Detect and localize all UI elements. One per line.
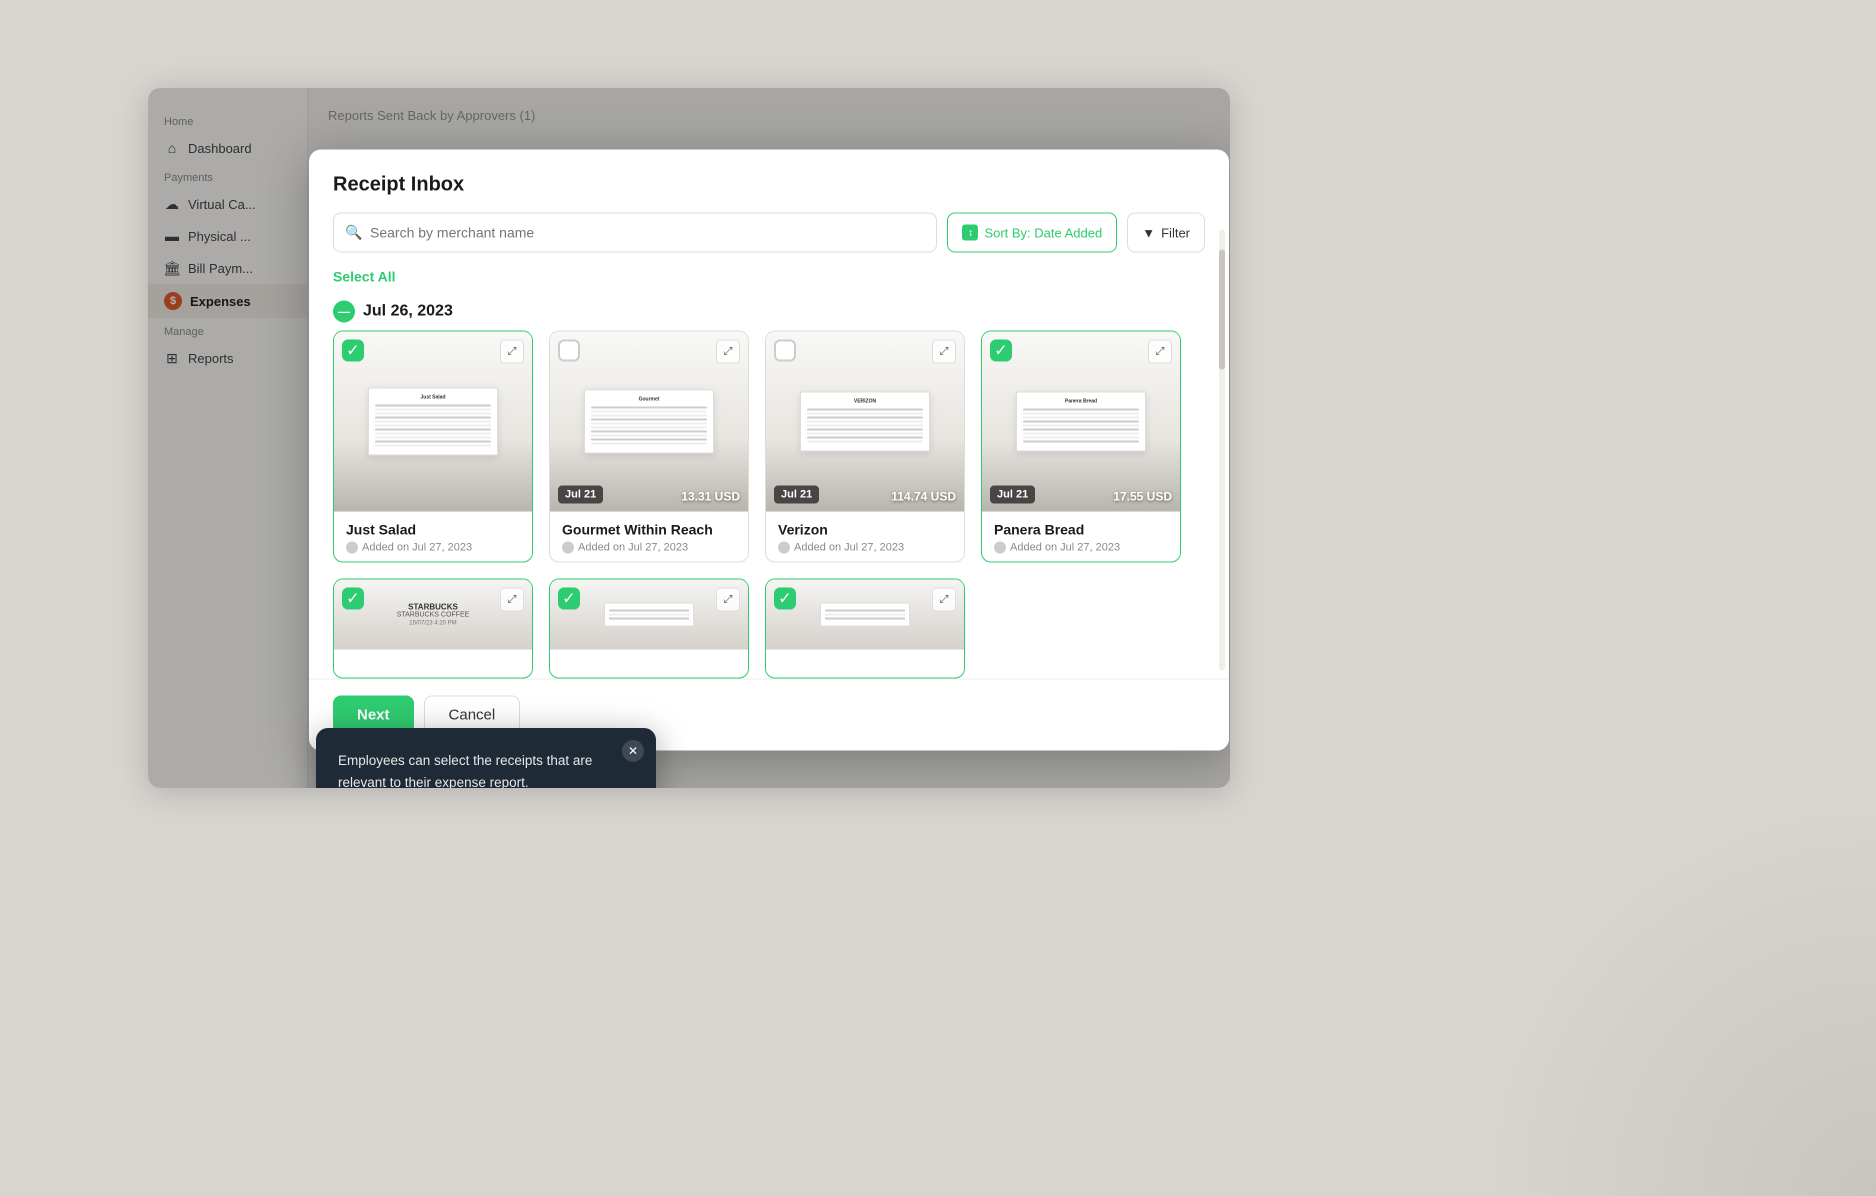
receipt-expand-3[interactable]: ⤢: [932, 340, 956, 364]
receipt-image-1: Just Salad ✓ ⤢: [334, 332, 532, 512]
modal-title: Receipt Inbox: [333, 174, 1205, 197]
receipt-added-4: Added on Jul 27, 2023: [994, 542, 1168, 554]
receipt-checkbox-7[interactable]: ✓: [774, 588, 796, 610]
sort-icon: ↕: [962, 225, 978, 241]
receipt-checkbox-2[interactable]: [558, 340, 580, 362]
search-input[interactable]: [333, 213, 937, 253]
receipts-grid-row2: STARBUCKS STARBUCKS COFFEE 15/07/23 4:20…: [309, 579, 1229, 679]
receipt-card-3[interactable]: VERIZON ⤢ Jul 21 114.74 USD: [765, 331, 965, 563]
receipt-expand-5[interactable]: ⤢: [500, 588, 524, 612]
receipt-footer-4: Panera Bread Added on Jul 27, 2023: [982, 512, 1180, 562]
receipt-added-icon-4: [994, 542, 1006, 554]
receipt-added-icon-3: [778, 542, 790, 554]
tooltip-close-button[interactable]: ✕: [622, 740, 644, 762]
receipt-inbox-modal: Receipt Inbox 🔍 ↕ Sort By: Date Added ▼ …: [309, 150, 1229, 751]
receipt-footer-2: Gourmet Within Reach Added on Jul 27, 20…: [550, 512, 748, 562]
receipt-card-6[interactable]: ✓ ⤢: [549, 579, 749, 679]
receipt-image-2: Gourmet ⤢ Jul 21 1: [550, 332, 748, 512]
receipt-amount-2: 13.31 USD: [681, 490, 740, 504]
modal-scrollbar[interactable]: [1219, 230, 1225, 671]
search-icon: 🔍: [345, 224, 362, 241]
receipt-date-badge-3: Jul 21: [774, 486, 819, 504]
receipt-merchant-3: Verizon: [778, 522, 952, 538]
receipt-image-4: Panera Bread ✓ ⤢ Jul 21 17.55 US: [982, 332, 1180, 512]
tooltip-text: Employees can select the receipts that a…: [338, 750, 634, 788]
receipt-expand-4[interactable]: ⤢: [1148, 340, 1172, 364]
date-group-header: — Jul 26, 2023: [309, 293, 1229, 331]
receipt-image-5: STARBUCKS STARBUCKS COFFEE 15/07/23 4:20…: [334, 580, 532, 650]
starbucks-content: STARBUCKS STARBUCKS COFFEE 15/07/23 4:20…: [397, 603, 470, 627]
receipt-card-1[interactable]: Just Salad ✓ ⤢: [333, 331, 533, 563]
receipt-date-badge-4: Jul 21: [990, 486, 1035, 504]
receipt-doc-1: Just Salad: [368, 388, 498, 456]
receipt-added-2: Added on Jul 27, 2023: [562, 542, 736, 554]
receipt-footer-1: Just Salad Added on Jul 27, 2023: [334, 512, 532, 562]
receipt-checkbox-1[interactable]: ✓: [342, 340, 364, 362]
receipt-doc-2: Gourmet: [584, 390, 714, 454]
plain-doc-6: [604, 603, 694, 627]
receipts-grid-row1: Just Salad ✓ ⤢: [309, 331, 1229, 579]
receipt-footer-3: Verizon Added on Jul 27, 2023: [766, 512, 964, 562]
modal-header: Receipt Inbox 🔍 ↕ Sort By: Date Added ▼ …: [309, 150, 1229, 269]
receipt-image-7: ✓ ⤢: [766, 580, 964, 650]
search-row: 🔍 ↕ Sort By: Date Added ▼ Filter: [333, 213, 1205, 253]
modal-scrollbar-thumb: [1219, 250, 1225, 370]
receipt-merchant-2: Gourmet Within Reach: [562, 522, 736, 538]
select-all-button[interactable]: Select All: [309, 269, 1229, 285]
main-window: Home ⌂ Dashboard Payments ☁ Virtual Ca..…: [148, 88, 1230, 788]
receipt-checkbox-3[interactable]: [774, 340, 796, 362]
plain-doc-7: [820, 603, 910, 627]
receipt-doc-4: Panera Bread: [1016, 392, 1146, 452]
receipt-checkbox-6[interactable]: ✓: [558, 588, 580, 610]
sort-button[interactable]: ↕ Sort By: Date Added: [947, 213, 1117, 253]
receipt-image-6: ✓ ⤢: [550, 580, 748, 650]
receipt-card-2[interactable]: Gourmet ⤢ Jul 21 1: [549, 331, 749, 563]
receipt-card-4[interactable]: Panera Bread ✓ ⤢ Jul 21 17.55 US: [981, 331, 1181, 563]
receipt-merchant-4: Panera Bread: [994, 522, 1168, 538]
receipt-image-3: VERIZON ⤢ Jul 21 114.74 USD: [766, 332, 964, 512]
receipt-expand-6[interactable]: ⤢: [716, 588, 740, 612]
receipt-checkbox-5[interactable]: ✓: [342, 588, 364, 610]
receipt-merchant-1: Just Salad: [346, 522, 520, 538]
receipt-card-5[interactable]: STARBUCKS STARBUCKS COFFEE 15/07/23 4:20…: [333, 579, 533, 679]
tooltip-popover: ✕ Employees can select the receipts that…: [316, 728, 656, 788]
receipt-date-badge-2: Jul 21: [558, 486, 603, 504]
receipt-added-3: Added on Jul 27, 2023: [778, 542, 952, 554]
receipt-card-7[interactable]: ✓ ⤢: [765, 579, 965, 679]
receipt-expand-1[interactable]: ⤢: [500, 340, 524, 364]
receipt-expand-7[interactable]: ⤢: [932, 588, 956, 612]
receipt-added-icon-1: [346, 542, 358, 554]
filter-button[interactable]: ▼ Filter: [1127, 213, 1205, 253]
search-wrapper: 🔍: [333, 213, 937, 253]
receipt-added-1: Added on Jul 27, 2023: [346, 542, 520, 554]
receipt-expand-2[interactable]: ⤢: [716, 340, 740, 364]
receipt-checkbox-4[interactable]: ✓: [990, 340, 1012, 362]
filter-icon: ▼: [1142, 225, 1155, 240]
receipt-amount-3: 114.74 USD: [891, 490, 956, 504]
receipt-amount-4: 17.55 USD: [1113, 490, 1172, 504]
receipt-added-icon-2: [562, 542, 574, 554]
receipt-doc-3: VERIZON: [800, 392, 930, 452]
date-group-icon: —: [333, 301, 355, 323]
